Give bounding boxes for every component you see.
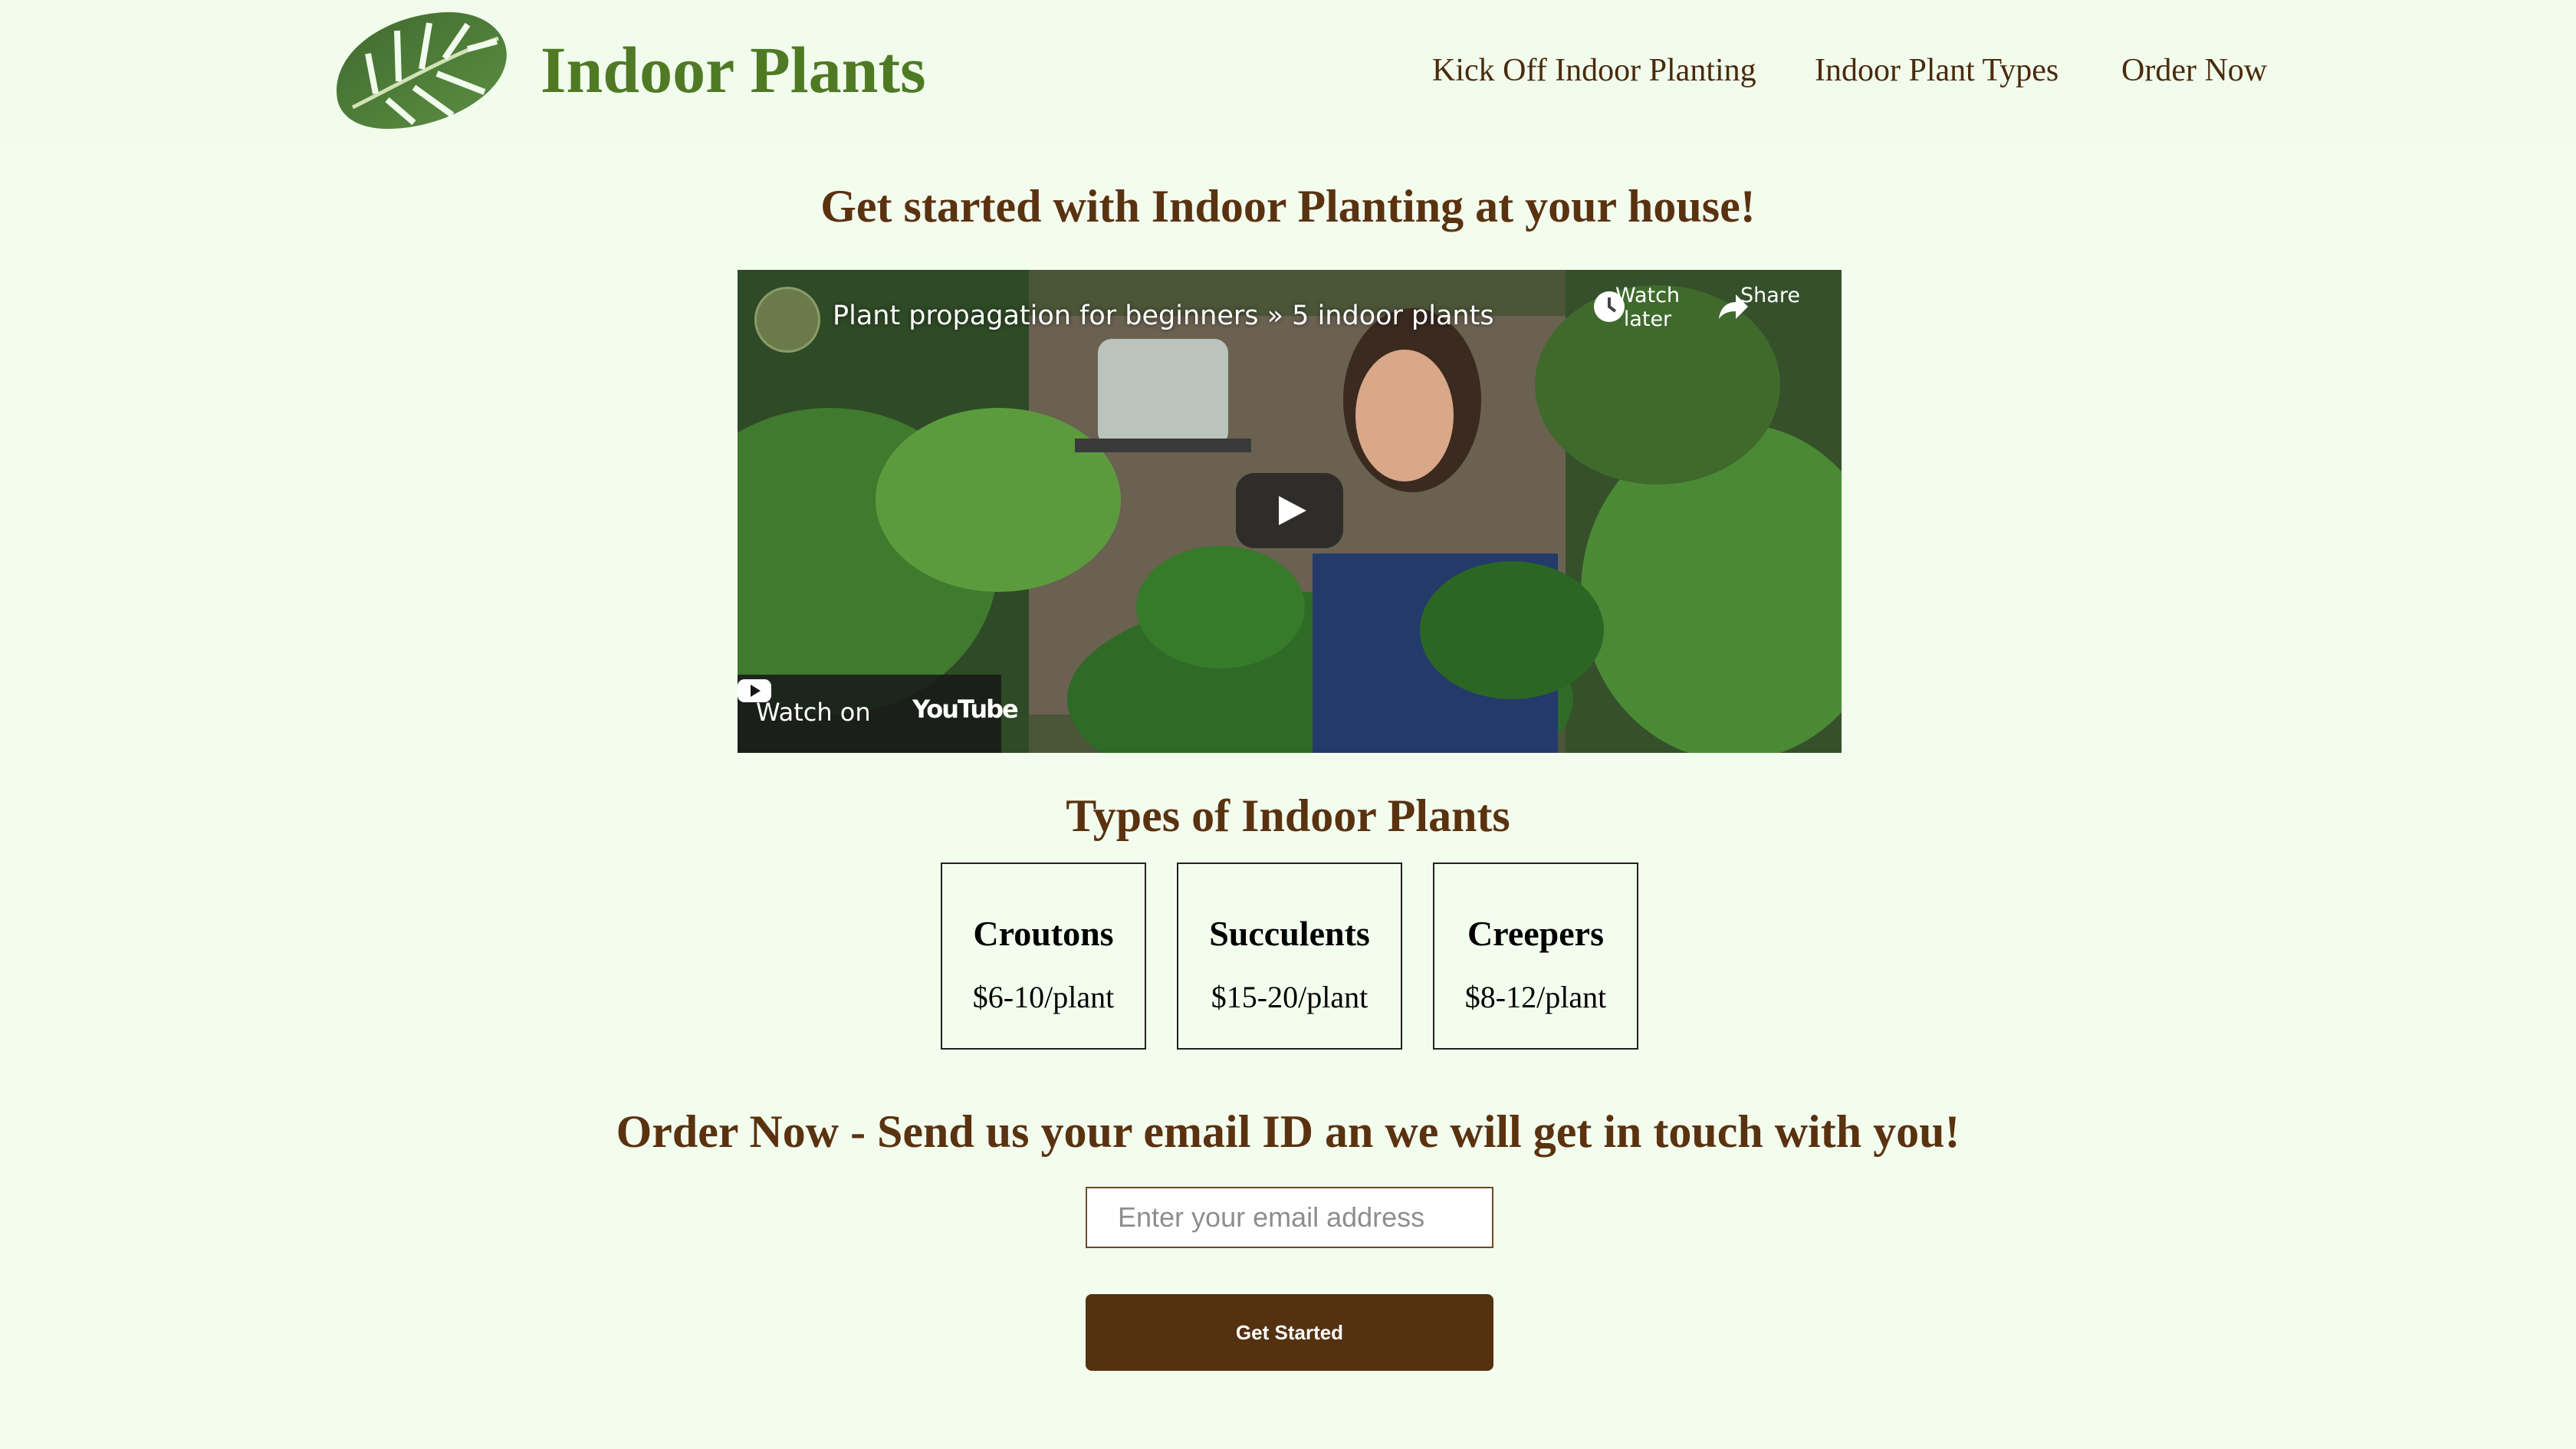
play-button[interactable] bbox=[1236, 473, 1343, 548]
plant-card-name: Croutons bbox=[973, 914, 1114, 953]
main-nav: Kick Off Indoor Planting Indoor Plant Ty… bbox=[0, 48, 2576, 94]
play-icon bbox=[1279, 496, 1306, 525]
youtube-wordmark: YouTube bbox=[912, 695, 1019, 724]
plant-card-price: $8-12/plant bbox=[1464, 980, 1607, 1014]
nav-kick-off-indoor-planting[interactable]: Kick Off Indoor Planting bbox=[1432, 48, 1756, 94]
clock-icon bbox=[1594, 291, 1625, 322]
watch-on-youtube-link[interactable]: Watch on YouTube bbox=[738, 675, 1019, 753]
watch-on-label: Watch on bbox=[756, 698, 871, 727]
plant-card-name: Succulents bbox=[1209, 914, 1370, 953]
types-heading: Types of Indoor Plants bbox=[1066, 790, 1510, 841]
share-arrow-icon bbox=[1719, 294, 1748, 319]
nav-indoor-plant-types[interactable]: Indoor Plant Types bbox=[1815, 48, 2058, 94]
plant-card-price: $15-20/plant bbox=[1211, 980, 1368, 1014]
video-title[interactable]: Plant propagation for beginners » 5 indo… bbox=[833, 301, 1494, 331]
email-input[interactable] bbox=[1086, 1187, 1493, 1248]
plant-card-name: Creepers bbox=[1467, 914, 1604, 953]
youtube-logo-icon bbox=[738, 679, 771, 702]
plant-card-croutons: Croutons $6-10/plant bbox=[941, 863, 1146, 1050]
watch-later-button[interactable]: Watch later bbox=[1590, 284, 1705, 331]
site-header: Indoor Plants Kick Off Indoor Planting I… bbox=[0, 0, 2576, 144]
nav-order-now[interactable]: Order Now bbox=[2121, 48, 2267, 94]
share-button[interactable]: Share bbox=[1713, 284, 1828, 319]
order-heading: Order Now - Send us your email ID an we … bbox=[616, 1106, 1960, 1157]
get-started-button[interactable]: Get Started bbox=[1086, 1294, 1493, 1371]
plant-card-creepers: Creepers $8-12/plant bbox=[1433, 863, 1638, 1050]
plant-card-price: $6-10/plant bbox=[972, 980, 1115, 1014]
intro-heading: Get started with Indoor Planting at your… bbox=[820, 181, 1756, 232]
plant-card-succulents: Succulents $15-20/plant bbox=[1177, 863, 1402, 1050]
youtube-video-embed[interactable]: Plant propagation for beginners » 5 indo… bbox=[738, 270, 1842, 753]
channel-avatar[interactable] bbox=[754, 287, 820, 353]
